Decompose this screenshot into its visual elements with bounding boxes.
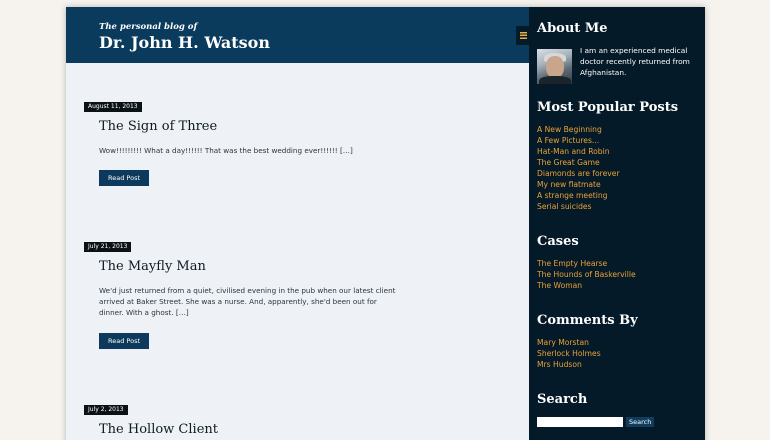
popular-post-link[interactable]: A strange meeting xyxy=(537,190,620,201)
cases-heading: Cases xyxy=(537,234,579,249)
post-excerpt: We'd just returned from a quiet, civilis… xyxy=(99,286,396,317)
read-post-button[interactable]: Read Post xyxy=(99,170,149,186)
popular-post-link[interactable]: A Few Pictures... xyxy=(537,135,620,146)
commenter-link[interactable]: Mrs Hudson xyxy=(537,359,601,370)
site-tagline: The personal blog of xyxy=(99,22,198,32)
post-card: July 21, 2013 The Mayfly Man We'd just r… xyxy=(84,242,444,357)
popular-post-link[interactable]: My new flatmate xyxy=(537,179,620,190)
popular-post-link[interactable]: A New Beginning xyxy=(537,124,620,135)
post-date: July 21, 2013 xyxy=(84,242,132,252)
post-title[interactable]: The Mayfly Man xyxy=(99,259,206,274)
commenter-link[interactable]: Sherlock Holmes xyxy=(537,348,601,359)
post-card: August 11, 2013 The Sign of Three Wow!!!… xyxy=(84,102,444,202)
hamburger-menu-icon[interactable] xyxy=(516,26,530,45)
post-excerpt: Wow!!!!!!!!! What a day!!!!!! That was t… xyxy=(99,146,353,155)
popular-post-link[interactable]: Serial suicides xyxy=(537,201,620,212)
post-date: July 2, 2013 xyxy=(84,405,128,415)
search-input[interactable] xyxy=(537,417,623,427)
popular-post-link[interactable]: Hat-Man and Robin xyxy=(537,146,620,157)
site-header: The personal blog of Dr. John H. Watson xyxy=(66,7,530,63)
popular-posts-heading: Most Popular Posts xyxy=(537,100,679,115)
comments-by-heading: Comments By xyxy=(537,313,638,328)
post-card: July 2, 2013 The Hollow Client xyxy=(84,405,444,440)
case-link[interactable]: The Hounds of Baskerville xyxy=(537,269,636,280)
post-date: August 11, 2013 xyxy=(84,102,142,112)
case-link[interactable]: The Empty Hearse xyxy=(537,258,636,269)
popular-posts-list: A New Beginning A Few Pictures... Hat-Ma… xyxy=(537,124,620,212)
search-heading: Search xyxy=(537,392,588,407)
avatar xyxy=(537,49,572,84)
read-post-button[interactable]: Read Post xyxy=(99,333,149,349)
comments-by-list: Mary Morstan Sherlock Holmes Mrs Hudson xyxy=(537,337,601,370)
commenter-link[interactable]: Mary Morstan xyxy=(537,337,601,348)
post-title[interactable]: The Hollow Client xyxy=(99,422,218,437)
site-title[interactable]: Dr. John H. Watson xyxy=(99,33,270,52)
sidebar: About Me I am an experienced medical doc… xyxy=(529,7,705,440)
cases-list: The Empty Hearse The Hounds of Baskervil… xyxy=(537,258,636,291)
about-me-text: I am an experienced medical doctor recen… xyxy=(580,46,690,77)
popular-post-link[interactable]: Diamonds are forever xyxy=(537,168,620,179)
case-link[interactable]: The Woman xyxy=(537,280,636,291)
popular-post-link[interactable]: The Great Game xyxy=(537,157,620,168)
about-me-heading: About Me xyxy=(537,21,608,36)
post-title[interactable]: The Sign of Three xyxy=(99,119,217,134)
search-button[interactable]: Search xyxy=(626,417,655,427)
